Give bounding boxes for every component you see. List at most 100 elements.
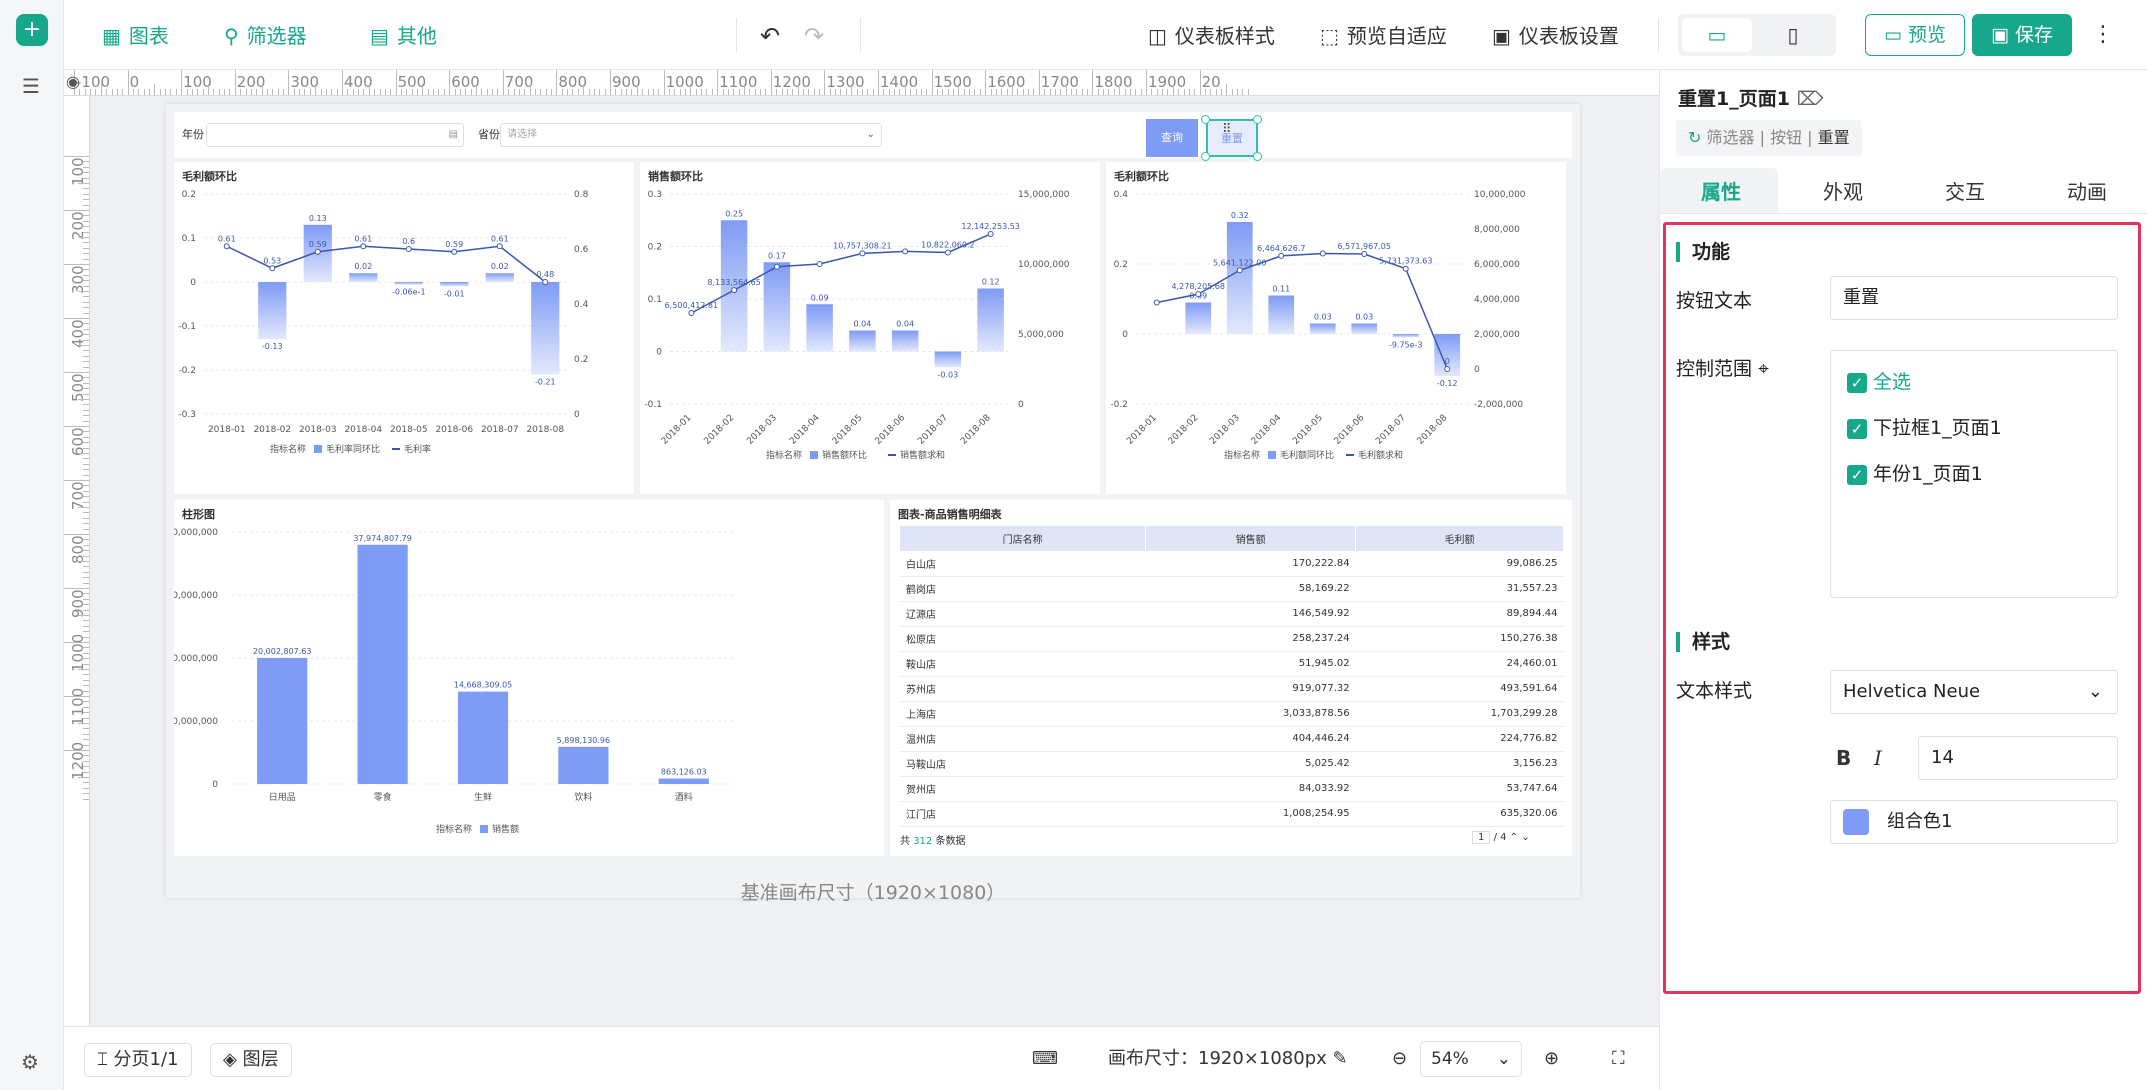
- table-cell: 3,156.23: [1355, 751, 1564, 777]
- mobile-icon[interactable]: ▯: [1758, 18, 1828, 52]
- query-button[interactable]: 查询: [1146, 119, 1198, 157]
- bar: [1309, 323, 1336, 334]
- outline-icon[interactable]: ☰: [22, 74, 40, 98]
- preview-button[interactable]: ▭ 预览: [1865, 14, 1965, 56]
- table-row[interactable]: 温州店 404,446.24 224,776.82: [900, 726, 1564, 752]
- save-button[interactable]: ▣ 保存: [1972, 14, 2072, 56]
- table-row[interactable]: 苏州店 919,077.32 493,591.64: [900, 676, 1564, 702]
- preview-fit-button[interactable]: ⬚ 预览自适应: [1320, 22, 1447, 50]
- ruler-label: -100: [76, 73, 111, 91]
- fullscreen-icon[interactable]: ⛶: [1612, 1043, 1625, 1077]
- column-header[interactable]: 销售额: [1145, 526, 1357, 551]
- y2-tick-label: 15,000,000: [1018, 190, 1070, 200]
- breadcrumb: ↻ 筛选器 | 按钮 | 重置: [1676, 120, 1862, 156]
- resize-handle[interactable]: [1201, 115, 1210, 124]
- rename-icon[interactable]: ⌦: [1797, 88, 1824, 110]
- bold-button[interactable]: B: [1836, 746, 1851, 770]
- other-menu[interactable]: ▤ 其他: [370, 22, 437, 50]
- chevron-down-icon[interactable]: ⌄: [1521, 832, 1529, 843]
- table-pager[interactable]: 1 / 4 ⌃ ⌄: [1472, 831, 1530, 844]
- settings-icon[interactable]: ⚙: [21, 1050, 39, 1074]
- table-row[interactable]: 马鞍山店 5,025.42 3,156.23: [900, 751, 1564, 777]
- zoom-out-icon[interactable]: ⊖: [1392, 1043, 1407, 1077]
- scope-select-all[interactable]: ✓ 全选: [1847, 367, 1911, 394]
- desktop-icon[interactable]: ▭: [1682, 18, 1752, 52]
- more-icon[interactable]: ⋮: [2092, 22, 2114, 47]
- data-label: 0.02: [491, 262, 509, 271]
- chart-panel-4[interactable]: 柱形图 40,000,000 30,000,000 20,000,000 10,000…: [166, 500, 884, 856]
- y-tick-label: 0: [212, 780, 218, 790]
- italic-button[interactable]: I: [1874, 746, 1882, 770]
- y2-tick-label: 4,000,000: [1474, 295, 1520, 305]
- target-icon[interactable]: ⌖: [1758, 358, 1769, 380]
- table-cell: 鞍山店: [900, 651, 1146, 677]
- x-tick-label: 2018-03: [299, 425, 337, 435]
- resize-handle[interactable]: [1253, 115, 1262, 124]
- chevron-up-icon[interactable]: ⌃: [1510, 832, 1518, 843]
- y-tick-label: -0.2: [1110, 400, 1128, 410]
- layer-button[interactable]: ◈ 图层: [210, 1043, 292, 1077]
- eye-icon[interactable]: ◉: [66, 72, 80, 91]
- y-tick-label: 20,000,000: [174, 654, 218, 664]
- column-header[interactable]: 门店名称: [900, 526, 1147, 551]
- keyboard-icon[interactable]: ⌨: [1032, 1043, 1058, 1077]
- zoom-in-icon[interactable]: ⊕: [1544, 1043, 1559, 1077]
- table-row[interactable]: 上海店 3,033,878.56 1,703,299.28: [900, 701, 1564, 727]
- x-tick-label: 2018-04: [788, 413, 822, 447]
- add-component-icon[interactable]: +: [16, 14, 48, 46]
- y2-tick-label: 0: [574, 410, 580, 420]
- tab-properties[interactable]: 属性: [1660, 176, 1782, 205]
- x-tick-label: 生鲜: [474, 791, 492, 803]
- zoom-select[interactable]: 54% ⌄: [1420, 1041, 1522, 1077]
- resize-handle[interactable]: [1201, 152, 1210, 161]
- table-row[interactable]: 贺州店 84,033.92 53,747.64: [900, 776, 1564, 802]
- scope-item[interactable]: ✓ 下拉框1_页面1: [1847, 413, 2002, 440]
- page-button[interactable]: ⌶ 分页1/1: [84, 1043, 192, 1077]
- table-panel[interactable]: 图表-商品销售明细表 门店名称 销售额 毛利额 白山店 170,222.84 99,…: [890, 500, 1572, 856]
- x-tick-label: 饮料: [574, 791, 592, 803]
- table-cell: 84,033.92: [1145, 776, 1356, 802]
- refresh-icon[interactable]: ↻: [1688, 128, 1707, 147]
- table-row[interactable]: 辽源店 146,549.92 89,894.44: [900, 601, 1564, 627]
- tab-appearance[interactable]: 外观: [1782, 176, 1904, 205]
- table-row[interactable]: 江门店 1,008,254.95 635,320.06: [900, 801, 1564, 827]
- chart-menu[interactable]: ▦ 图表: [102, 22, 169, 50]
- table-row[interactable]: 松原店 258,237.24 150,276.38: [900, 626, 1564, 652]
- font-select[interactable]: Helvetica Neue ⌄: [1830, 670, 2118, 714]
- color-picker[interactable]: 组合色1: [1830, 800, 2118, 844]
- table-row[interactable]: 白山店 170,222.84 99,086.25: [900, 551, 1564, 577]
- reset-button[interactable]: 重置 ⠿: [1206, 119, 1258, 157]
- dashboard-settings-button[interactable]: ▣ 仪表板设置: [1492, 22, 1619, 50]
- chart-panel-3[interactable]: 毛利额环比 0.4 0.2 0 -0.2 10,000,000 8,000,000 6,00…: [1106, 162, 1566, 494]
- year-input[interactable]: ▤: [206, 123, 464, 147]
- chart-panel-1[interactable]: 毛利额环比 0.2 0.1 0 -0.1 -0.2 -0.3 0.8 0.6 0.4 0.2 0 -0…: [174, 162, 634, 494]
- data-label: 0.11: [1272, 285, 1290, 294]
- province-select[interactable]: 请选择 ⌄: [500, 123, 882, 147]
- data-label: 0.32: [1231, 211, 1249, 220]
- dashboard-style-button[interactable]: ◫ 仪表板样式: [1148, 22, 1275, 50]
- chart-panel-2[interactable]: 销售额环比 0.3 0.2 0.1 0 -0.1 15,000,000 10,000,000…: [640, 162, 1100, 494]
- tab-interaction[interactable]: 交互: [1904, 176, 2026, 205]
- table-row[interactable]: 鹤岗店 58,169.22 31,557.23: [900, 576, 1564, 602]
- font-size-input[interactable]: 14: [1918, 736, 2118, 780]
- legend-entry: 销售额: [492, 823, 519, 835]
- line-point: [542, 279, 549, 285]
- column-header[interactable]: 毛利额: [1355, 526, 1564, 551]
- data-label: 863,126.03: [661, 768, 707, 777]
- edit-icon[interactable]: ✎: [1333, 1048, 1348, 1069]
- data-label: -0.12: [1437, 379, 1458, 388]
- x-tick-label: 2018-08: [1416, 413, 1450, 447]
- drag-handle-icon[interactable]: ⠿: [1222, 112, 1232, 148]
- section-style: 样式: [1676, 632, 1730, 652]
- undo-icon[interactable]: ↶: [760, 22, 780, 50]
- filter-menu[interactable]: ⚲ 筛选器: [224, 22, 307, 50]
- tab-animation[interactable]: 动画: [2026, 176, 2147, 205]
- button-text-input[interactable]: 重置: [1830, 276, 2118, 320]
- x-tick-label: 2018-01: [1125, 413, 1159, 447]
- scope-item[interactable]: ✓ 年份1_页面1: [1847, 459, 1983, 486]
- resize-handle[interactable]: [1253, 152, 1262, 161]
- redo-icon[interactable]: ↷: [804, 22, 824, 50]
- y-tick-label: 0: [190, 278, 196, 288]
- table-row[interactable]: 鞍山店 51,945.02 24,460.01: [900, 651, 1564, 677]
- data-label: 0.13: [309, 214, 327, 223]
